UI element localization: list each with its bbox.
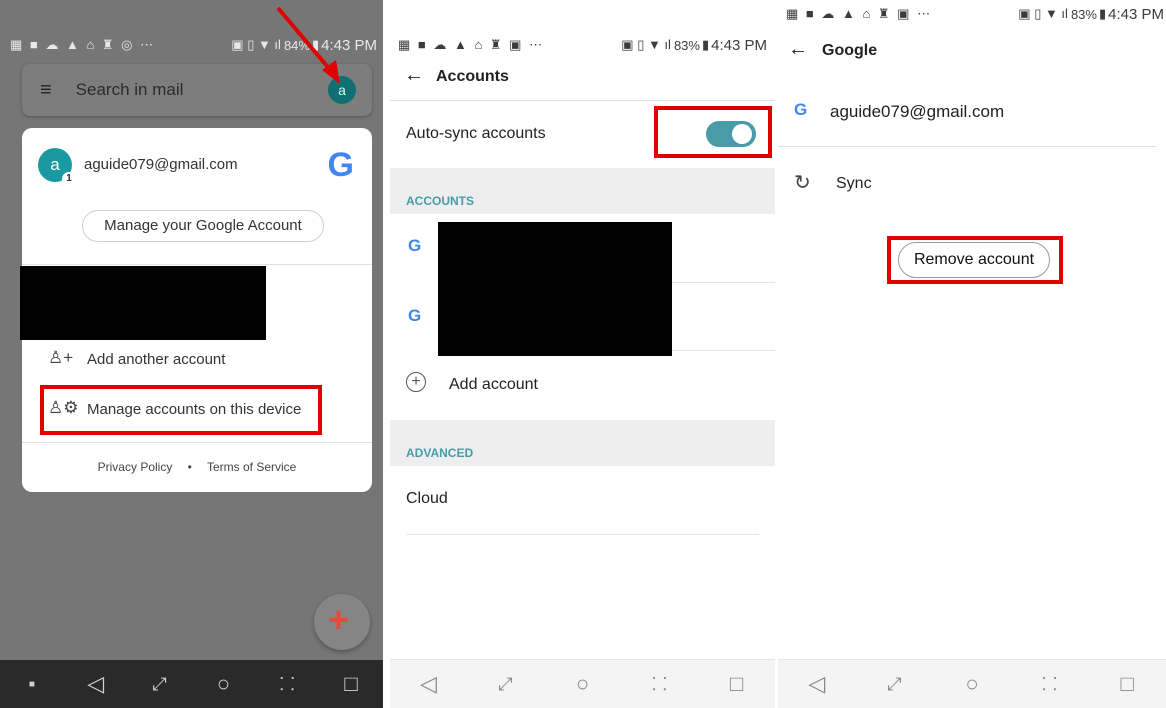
accounts-header-label: ACCOUNTS	[406, 194, 474, 208]
account-email-row: G aguide079@gmail.com	[778, 84, 1156, 147]
highlight-remove-account	[887, 236, 1063, 284]
nav-home-icon[interactable]: ○	[203, 671, 243, 697]
advanced-section-header: ADVANCED	[390, 420, 775, 466]
google-g-icon: G	[327, 146, 354, 184]
page-title: Google	[822, 42, 878, 59]
nav-home-icon[interactable]: ○	[952, 671, 992, 697]
manage-google-account-label: Manage your Google Account	[104, 217, 302, 234]
notification-badge: 1	[62, 172, 76, 186]
panel-gmail: ▦ ■ ☁ ▲ ⌂ ♜ ◎ ⋯ ▣ ▯ ▼ ıl 84% ▮ 4:43 PM ≡…	[0, 0, 383, 708]
nav-bar: ◁ ⤢ ○ ⸬ □	[778, 659, 1166, 708]
google-g-icon: G	[794, 100, 808, 119]
compose-fab[interactable]: +	[314, 594, 370, 650]
nav-capture-icon[interactable]: ⤢	[486, 674, 526, 695]
status-icons: ▦ ■ ☁ ▲ ⌂ ♜ ▣ ⋯	[786, 6, 933, 21]
nav-home-icon[interactable]: ○	[563, 671, 603, 697]
battery-icon: ▮	[701, 37, 710, 52]
nav-back-icon[interactable]: ◁	[409, 671, 449, 697]
nav-back-icon[interactable]: ◁	[76, 671, 116, 697]
accounts-section-header: ACCOUNTS	[390, 168, 775, 214]
search-input[interactable]: Search in mail	[76, 80, 184, 100]
google-g-icon: G	[408, 306, 422, 325]
cloud-label: Cloud	[406, 490, 448, 507]
highlight-auto-sync	[654, 106, 772, 158]
divider	[22, 264, 372, 265]
add-another-account-row[interactable]: ♙+ Add another account	[22, 342, 372, 378]
redacted-accounts	[438, 222, 672, 356]
panel-google: ▦ ■ ☁ ▲ ⌂ ♜ ▣ ⋯ ▣ ▯ ▼ ıl 83% ▮ 4:43 PM ←…	[778, 0, 1166, 708]
page-title: Accounts	[436, 68, 509, 85]
nav-back-icon[interactable]: ◁	[797, 671, 837, 697]
add-account-row[interactable]: + Add account	[390, 352, 775, 420]
terms-of-service-link[interactable]: Terms of Service	[207, 460, 296, 474]
status-icons: ▦ ■ ☁ ▲ ⌂ ♜ ◎ ⋯	[10, 37, 156, 52]
nav-bar: ■ ◁ ⤢ ○ ⸬ □	[0, 660, 383, 708]
privacy-policy-link[interactable]: Privacy Policy	[98, 460, 173, 474]
divider	[22, 442, 372, 443]
nav-split-icon[interactable]: ⸬	[640, 672, 680, 696]
nav-recents-icon[interactable]: □	[331, 671, 371, 697]
status-icons: ▦ ■ ☁ ▲ ⌂ ♜ ▣ ⋯	[398, 37, 545, 52]
footer-bullet: •	[187, 460, 192, 474]
cloud-row[interactable]: Cloud	[406, 466, 759, 535]
app-bar: ← Google	[778, 36, 1166, 72]
add-another-account-label: Add another account	[87, 351, 226, 368]
arrow-left-icon[interactable]: ←	[404, 64, 424, 87]
status-battery: 83%	[673, 37, 700, 53]
nav-split-icon[interactable]: ⸬	[267, 672, 307, 696]
panel-separator	[775, 0, 778, 708]
nav-recents-icon[interactable]: □	[717, 671, 757, 697]
google-g-icon: G	[408, 236, 422, 255]
sync-row[interactable]: ↻ Sync	[778, 158, 1166, 208]
auto-sync-label: Auto-sync accounts	[406, 125, 546, 142]
highlight-manage-device	[40, 385, 322, 435]
status-battery: 83%	[1070, 6, 1097, 22]
manage-google-account-button[interactable]: Manage your Google Account	[82, 210, 324, 242]
add-person-icon: ♙+	[48, 348, 74, 367]
status-time: 4:43 PM	[711, 36, 767, 54]
panel-separator	[383, 0, 390, 708]
plus-circle-icon: +	[406, 372, 426, 392]
status-time: 4:43 PM	[1108, 5, 1164, 23]
status-bar: ▦ ■ ☁ ▲ ⌂ ♜ ▣ ⋯ ▣ ▯ ▼ ıl 83% ▮ 4:43 PM	[778, 0, 1166, 31]
compose-plus-icon: +	[328, 599, 350, 640]
nav-capture-icon[interactable]: ⤢	[874, 674, 914, 695]
add-account-label: Add account	[449, 376, 538, 393]
hamburger-icon[interactable]: ≡	[40, 79, 52, 102]
battery-icon: ▮	[1098, 6, 1107, 21]
card-email: aguide079@gmail.com	[84, 156, 238, 173]
card-avatar-letter: a	[50, 155, 60, 174]
app-bar: ← Accounts	[390, 62, 775, 101]
nav-capture-icon[interactable]: ⤢	[140, 674, 180, 695]
nav-dot-icon: ■	[28, 678, 35, 690]
sync-icon: ↻	[794, 172, 811, 194]
nav-split-icon[interactable]: ⸬	[1030, 672, 1070, 696]
sync-label: Sync	[836, 175, 872, 192]
nav-bar: ◁ ⤢ ○ ⸬ □	[390, 659, 775, 708]
status-bar: ▦ ■ ☁ ▲ ⌂ ♜ ▣ ⋯ ▣ ▯ ▼ ıl 83% ▮ 4:43 PM	[390, 28, 775, 62]
card-footer: Privacy Policy • Terms of Service	[22, 460, 372, 474]
status-signal-icon: ▣ ▯ ▼ ıl	[1018, 6, 1068, 21]
arrow-left-icon[interactable]: ←	[788, 38, 808, 61]
advanced-header-label: ADVANCED	[406, 446, 474, 460]
redacted-account	[20, 266, 266, 340]
status-signal-icon: ▣ ▯ ▼ ıl	[621, 37, 671, 52]
nav-recents-icon[interactable]: □	[1107, 671, 1147, 697]
account-email: aguide079@gmail.com	[830, 102, 1005, 121]
red-arrow-annotation	[276, 6, 340, 84]
